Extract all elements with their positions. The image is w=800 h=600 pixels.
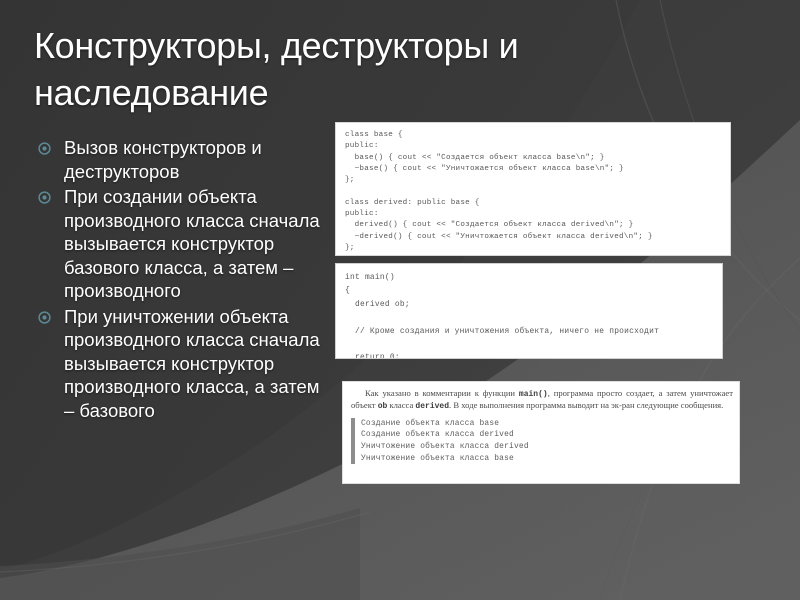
explanation-paragraph: Как указано в комментарии к функции main… xyxy=(351,388,733,413)
explanation-text-part-3: класса xyxy=(387,400,416,411)
explanation-text-part-4: . В ходе выполнения программа выводит на… xyxy=(449,400,724,411)
code-panel-body: class base { public: base() { cout << "С… xyxy=(336,123,730,255)
explanation-text-part-1: Как указано в комментарии к функции xyxy=(365,388,519,398)
ring-dot-bullet-icon xyxy=(38,191,51,204)
explanation-mono-main: main() xyxy=(518,390,548,399)
ring-dot-bullet-icon xyxy=(38,142,51,155)
program-output-block: Создание объекта класса base Создание об… xyxy=(351,417,733,465)
ring-dot-bullet-icon xyxy=(38,310,51,324)
explanation-mono-ob: ob xyxy=(377,402,388,412)
code-panel-main-function: int main() { derived ob; // Кроме создан… xyxy=(335,263,723,359)
bullet-item-label: При создании объекта производного класса… xyxy=(64,186,320,301)
bullet-item-3: При уничтожении объекта производного кла… xyxy=(38,305,328,423)
main-function-code-text: int main() { derived ob; // Кроме создан… xyxy=(345,273,660,359)
bullet-item-2: При создании объекта производного класса… xyxy=(38,185,328,303)
explanation-mono-derived: derived xyxy=(415,402,450,412)
bullet-item-label: Вызов конструкторов и деструкторов xyxy=(64,137,262,182)
slide-canvas: Конструкторы, деструкторы и наследование… xyxy=(0,0,800,600)
output-left-bar xyxy=(351,417,355,465)
code-panel-body: int main() { derived ob; // Кроме создан… xyxy=(336,264,722,358)
bullet-item-1: Вызов конструкторов и деструкторов xyxy=(38,136,328,183)
program-output-text: Создание объекта класса base Создание об… xyxy=(361,418,529,463)
slide-title: Конструкторы, деструкторы и наследование xyxy=(34,25,519,113)
bullet-list: Вызов конструкторов и деструкторов При с… xyxy=(38,136,328,424)
explanation-panel-body: Как указано в комментарии к функции main… xyxy=(343,382,739,483)
bullet-item-label: При уничтожении объекта производного кла… xyxy=(64,305,320,421)
code-panel-class-definitions: class base { public: base() { cout << "С… xyxy=(335,122,731,256)
explanation-panel: Как указано в комментарии к функции main… xyxy=(342,381,740,484)
class-definitions-code-text: class base { public: base() { cout << "С… xyxy=(345,131,653,252)
